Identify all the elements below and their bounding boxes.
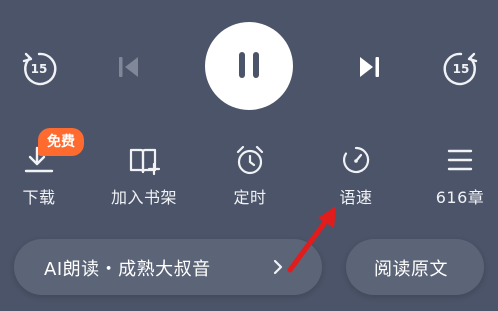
bookshelf-add-icon (129, 148, 161, 176)
forward-seconds-label: 15 (452, 62, 470, 76)
red-arrow-annotation (287, 206, 336, 273)
next-chapter-button[interactable] (354, 52, 384, 82)
skip-previous-icon (119, 57, 138, 77)
free-badge: 免费 (38, 128, 84, 156)
pause-icon-bar (253, 52, 259, 78)
forward-15-button[interactable]: 15 (440, 48, 482, 90)
pause-icon (239, 52, 245, 78)
chapter-list-button[interactable]: 616章 (418, 142, 498, 212)
rewind-15-button[interactable]: 15 (18, 48, 60, 90)
read-original-button[interactable]: 阅读原文 (346, 239, 484, 295)
ai-voice-selector[interactable]: AI朗读・成熟大叔音 (14, 239, 322, 295)
speedometer-icon (343, 146, 370, 174)
pause-button[interactable] (205, 22, 293, 110)
read-original-label: 阅读原文 (374, 259, 448, 280)
alarm-clock-icon (236, 145, 264, 175)
skip-next-icon (360, 57, 379, 77)
list-icon (447, 149, 473, 171)
download-label: 下载 (22, 188, 56, 207)
chapters-label: 616章 (435, 188, 485, 207)
rewind-seconds-label: 15 (30, 62, 48, 76)
previous-chapter-button[interactable] (114, 52, 144, 82)
add-to-bookshelf-button[interactable]: 加入书架 (102, 142, 186, 212)
voice-label: AI朗读・成熟大叔音 (44, 259, 211, 280)
bookshelf-label: 加入书架 (110, 188, 177, 207)
